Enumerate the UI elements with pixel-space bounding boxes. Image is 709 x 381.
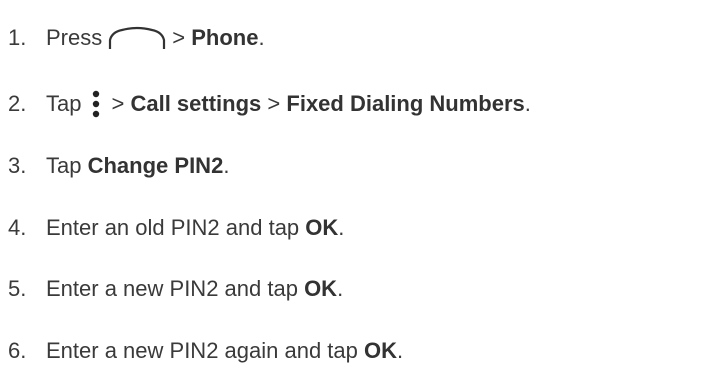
- step-6: 6. Enter a new PIN2 again and tap OK .: [8, 331, 403, 371]
- step-text: Tap: [46, 153, 82, 178]
- step-2: 2. Tap > Call settings > Fixed Dialing N…: [8, 84, 531, 124]
- step-target: OK: [304, 276, 338, 301]
- step-number: 1.: [8, 25, 27, 50]
- step-number: 3.: [8, 153, 27, 178]
- step-separator: >: [111, 91, 125, 116]
- home-icon: [108, 26, 166, 50]
- step-5: 5. Enter a new PIN2 and tap OK .: [8, 269, 343, 309]
- step-end: .: [338, 215, 345, 240]
- step-target: OK: [364, 338, 398, 363]
- step-end: .: [524, 91, 531, 116]
- step-number: 6.: [8, 338, 27, 363]
- step-3: 3. Tap Change PIN2 .: [8, 146, 229, 186]
- step-number: 4.: [8, 215, 27, 240]
- step-target: Phone: [191, 25, 259, 50]
- step-4: 4. Enter an old PIN2 and tap OK .: [8, 208, 344, 248]
- step-text: Enter an old PIN2 and tap: [46, 215, 300, 240]
- step-end: .: [223, 153, 230, 178]
- step-item-call-settings: Call settings: [130, 91, 262, 116]
- step-end: .: [397, 338, 404, 363]
- step-number: 5.: [8, 276, 27, 301]
- step-target: Change PIN2: [87, 153, 224, 178]
- step-separator: >: [172, 25, 186, 50]
- step-number: 2.: [8, 91, 27, 116]
- step-separator: >: [267, 91, 281, 116]
- step-text: Enter a new PIN2 and tap: [46, 276, 298, 301]
- step-text: Press: [46, 25, 103, 50]
- step-text: Enter a new PIN2 again and tap: [46, 338, 358, 363]
- step-1: 1. Press > Phone .: [8, 18, 265, 58]
- overflow-menu-icon: [89, 89, 103, 119]
- step-target: OK: [305, 215, 339, 240]
- step-text: Tap: [46, 91, 82, 116]
- step-item-fixed-dialing: Fixed Dialing Numbers: [286, 91, 525, 116]
- step-end: .: [337, 276, 344, 301]
- step-end: .: [258, 25, 265, 50]
